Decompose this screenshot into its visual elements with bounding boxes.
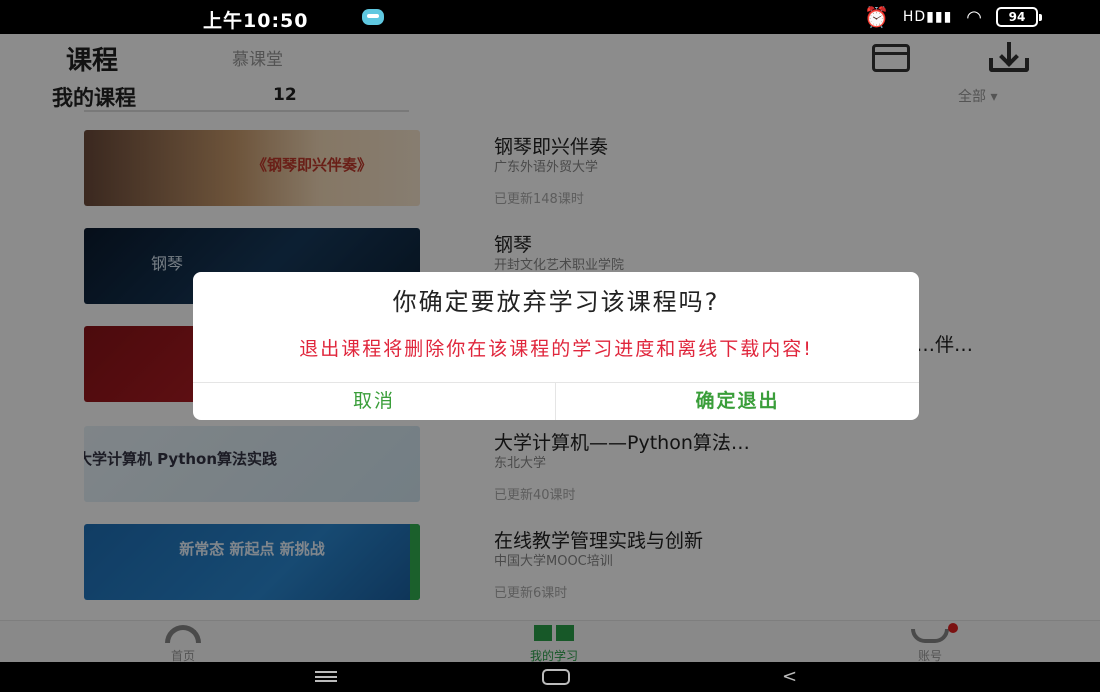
status-bar: 上午10:50 ⏰ HD▮▮▮ ◠ 94 [0, 0, 1100, 34]
signal-icon: HD▮▮▮ [902, 9, 953, 25]
system-nav-bar: < [0, 662, 1100, 692]
cancel-button[interactable]: 取消 [193, 383, 555, 420]
menu-icon[interactable] [315, 671, 337, 682]
alarm-icon: ⏰ [863, 5, 889, 29]
wifi-icon: ◠ [966, 6, 982, 28]
battery-icon: 94 [996, 7, 1042, 27]
app-screen: 课程 慕课堂 我的课程 12 全部 ▾ 《钢琴即兴伴奏》 钢琴即兴伴奏 广东外语… [0, 34, 1100, 662]
home-button-icon[interactable] [542, 669, 570, 685]
dialog-message: 退出课程将删除你在该课程的学习进度和离线下载内容! [299, 338, 813, 360]
quit-course-dialog: 你确定要放弃学习该课程吗? 退出课程将删除你在该课程的学习进度和离线下载内容! … [193, 272, 919, 420]
status-time: 上午10:50 [203, 10, 309, 32]
confirm-quit-button[interactable]: 确定退出 [556, 383, 919, 420]
chat-notification-icon [362, 9, 384, 25]
dialog-title: 你确定要放弃学习该课程吗? [392, 288, 720, 316]
battery-level: 94 [1008, 10, 1026, 24]
status-icons: ⏰ HD▮▮▮ ◠ 94 [863, 5, 1042, 29]
back-icon[interactable]: < [782, 666, 797, 687]
signal-label: HD [902, 9, 927, 25]
